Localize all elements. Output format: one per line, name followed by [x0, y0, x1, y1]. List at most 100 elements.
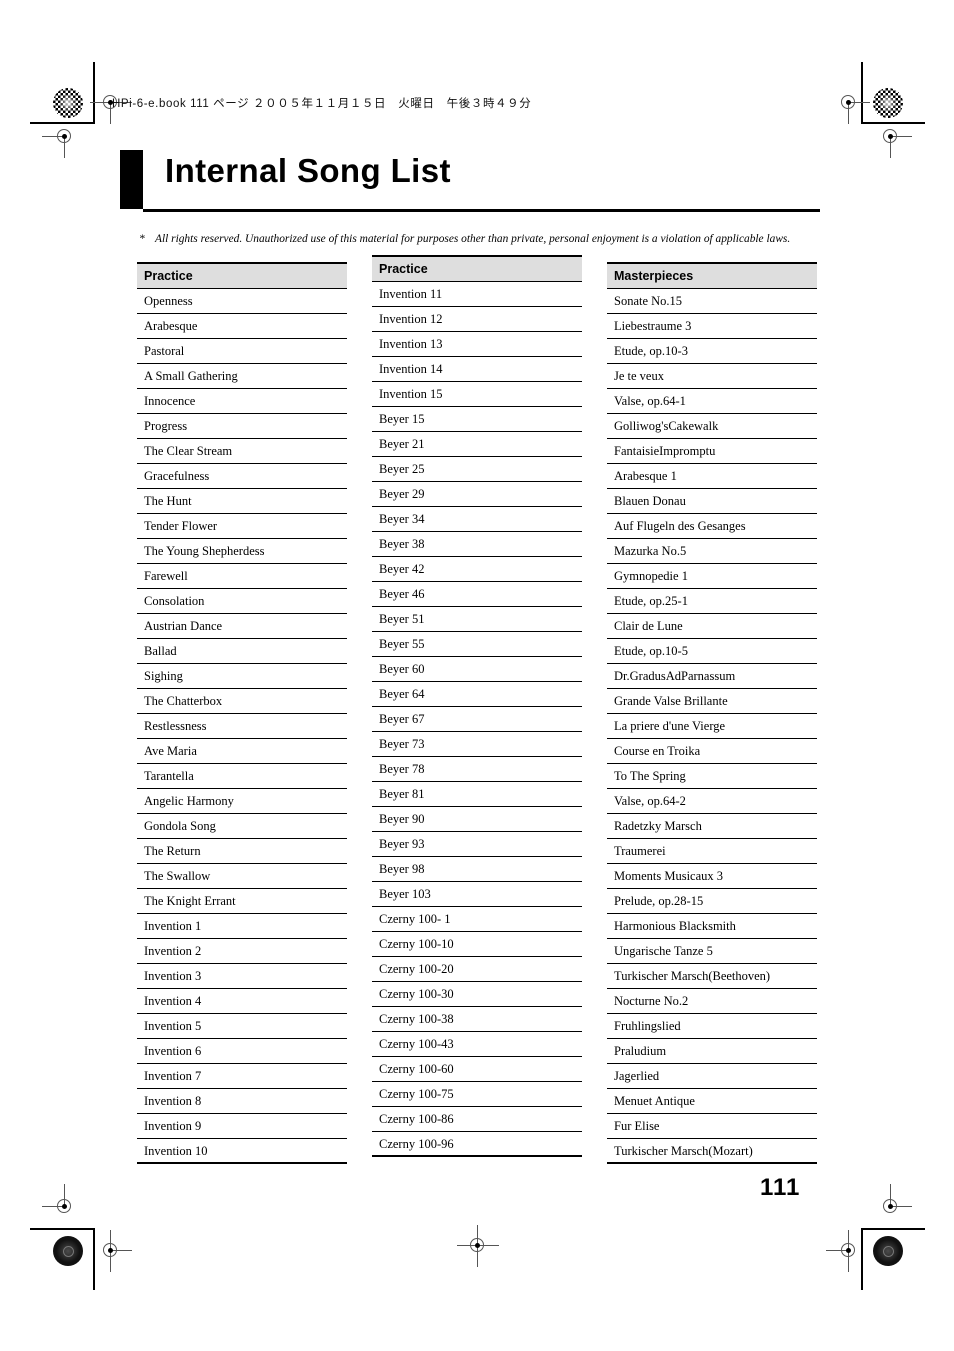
song-row: Ballad: [137, 639, 347, 664]
song-row: Beyer 81: [372, 782, 582, 807]
registration-target-bottom-left-inner: [98, 1230, 132, 1272]
song-row: Restlessness: [137, 714, 347, 739]
song-row: Gymnopedie 1: [607, 564, 817, 589]
song-row: Innocence: [137, 389, 347, 414]
halftone-dot-top-left: [53, 88, 83, 118]
registration-target-right-lower: [878, 1184, 912, 1220]
song-row: Invention 13: [372, 332, 582, 357]
song-row: Beyer 42: [372, 557, 582, 582]
song-row: Invention 12: [372, 307, 582, 332]
song-row: Grande Valse Brillante: [607, 689, 817, 714]
song-row: Czerny 100-10: [372, 932, 582, 957]
song-row: Invention 7: [137, 1064, 347, 1089]
table-header-practice-1: Practice: [137, 264, 347, 289]
song-rows-2: Invention 11 Invention 12 Invention 13 Inve…: [372, 282, 582, 1157]
song-row: Moments Musicaux 3: [607, 864, 817, 889]
crop-line-bottom-left-vertical: [93, 1228, 95, 1290]
song-row: To The Spring: [607, 764, 817, 789]
song-row: The Young Shepherdess: [137, 539, 347, 564]
song-row: Fruhlingslied: [607, 1014, 817, 1039]
page-title: Internal Song List: [165, 152, 451, 189]
song-row: Invention 1: [137, 914, 347, 939]
song-row: Beyer 51: [372, 607, 582, 632]
song-row: Liebestraume 3: [607, 314, 817, 339]
halftone-dot-bottom-right: [873, 1236, 903, 1266]
song-row: Mazurka No.5: [607, 539, 817, 564]
song-row: Czerny 100-20: [372, 957, 582, 982]
song-row: Beyer 55: [372, 632, 582, 657]
song-row: Czerny 100-96: [372, 1132, 582, 1157]
song-row: Beyer 93: [372, 832, 582, 857]
song-row: A Small Gathering: [137, 364, 347, 389]
song-row: Beyer 29: [372, 482, 582, 507]
song-row: Dr.GradusAdParnassum: [607, 664, 817, 689]
song-row: Beyer 60: [372, 657, 582, 682]
song-row: Beyer 38: [372, 532, 582, 557]
song-row: The Swallow: [137, 864, 347, 889]
halftone-dot-top-right: [873, 88, 903, 118]
registration-target-left-lower: [42, 1184, 78, 1220]
table-header-practice-2: Practice: [372, 257, 582, 282]
song-row: Sighing: [137, 664, 347, 689]
song-row: The Return: [137, 839, 347, 864]
song-row: La priere d'une Vierge: [607, 714, 817, 739]
song-row: Beyer 15: [372, 407, 582, 432]
registration-target-left-upper: [42, 124, 78, 158]
title-accent-square: [120, 150, 143, 209]
song-row: Czerny 100-38: [372, 1007, 582, 1032]
song-row: Invention 14: [372, 357, 582, 382]
song-row: Invention 9: [137, 1114, 347, 1139]
song-row: Invention 10: [137, 1139, 347, 1164]
crop-line-top-left-vertical: [93, 62, 95, 124]
song-row: Nocturne No.2: [607, 989, 817, 1014]
song-row: The Chatterbox: [137, 689, 347, 714]
song-row: Radetzky Marsch: [607, 814, 817, 839]
song-row: Invention 5: [137, 1014, 347, 1039]
song-row: Etude, op.10-3: [607, 339, 817, 364]
crop-line-bottom-left-horizontal: [30, 1228, 93, 1230]
song-table-masterpieces: Masterpieces Sonate No.15 Liebestraume 3E…: [607, 262, 817, 1164]
song-row: Valse, op.64-2: [607, 789, 817, 814]
song-row: Czerny 100-75: [372, 1082, 582, 1107]
song-row: Beyer 34: [372, 507, 582, 532]
song-row: Ungarische Tanze 5: [607, 939, 817, 964]
song-row: Jagerlied: [607, 1064, 817, 1089]
song-row: Beyer 64: [372, 682, 582, 707]
file-header-stamp: HPi-6-e.book 111 ページ ２００５年１１月１５日 火曜日 午後３…: [112, 98, 532, 110]
song-row: Arabesque: [137, 314, 347, 339]
song-row: Invention 15: [372, 382, 582, 407]
song-row: Tender Flower: [137, 514, 347, 539]
song-row: Beyer 25: [372, 457, 582, 482]
song-row: Tarantella: [137, 764, 347, 789]
song-row: Invention 2: [137, 939, 347, 964]
song-row: Openness: [137, 289, 347, 314]
page-title-block: Internal Song List: [120, 150, 820, 212]
song-row: Beyer 90: [372, 807, 582, 832]
song-row: Czerny 100-60: [372, 1057, 582, 1082]
song-row: Farewell: [137, 564, 347, 589]
song-row: Beyer 21: [372, 432, 582, 457]
song-row: Invention 6: [137, 1039, 347, 1064]
song-row: Czerny 100- 1: [372, 907, 582, 932]
song-row: Je te veux: [607, 364, 817, 389]
registration-target-right-upper: [878, 124, 912, 158]
page-number: 111: [760, 1174, 801, 1201]
song-row: Beyer 98: [372, 857, 582, 882]
song-row: Course en Troika: [607, 739, 817, 764]
song-row: Invention 3: [137, 964, 347, 989]
song-row: Menuet Antique: [607, 1089, 817, 1114]
song-row: Turkischer Marsch(Beethoven): [607, 964, 817, 989]
song-row: Angelic Harmony: [137, 789, 347, 814]
song-row: Etude, op.10-5: [607, 639, 817, 664]
song-row: Turkischer Marsch(Mozart): [607, 1139, 817, 1164]
song-row: Clair de Lune: [607, 614, 817, 639]
song-row: Beyer 67: [372, 707, 582, 732]
song-row: Beyer 103: [372, 882, 582, 907]
song-row: Invention 4: [137, 989, 347, 1014]
song-row: Czerny 100-86: [372, 1107, 582, 1132]
song-row: Invention 8: [137, 1089, 347, 1114]
song-row: Prelude, op.28-15: [607, 889, 817, 914]
song-row: Praludium: [607, 1039, 817, 1064]
song-rows-3: Sonate No.15 Liebestraume 3 Etude, op.10-3…: [607, 289, 817, 1164]
registration-target-top-right-inner: [836, 90, 870, 124]
